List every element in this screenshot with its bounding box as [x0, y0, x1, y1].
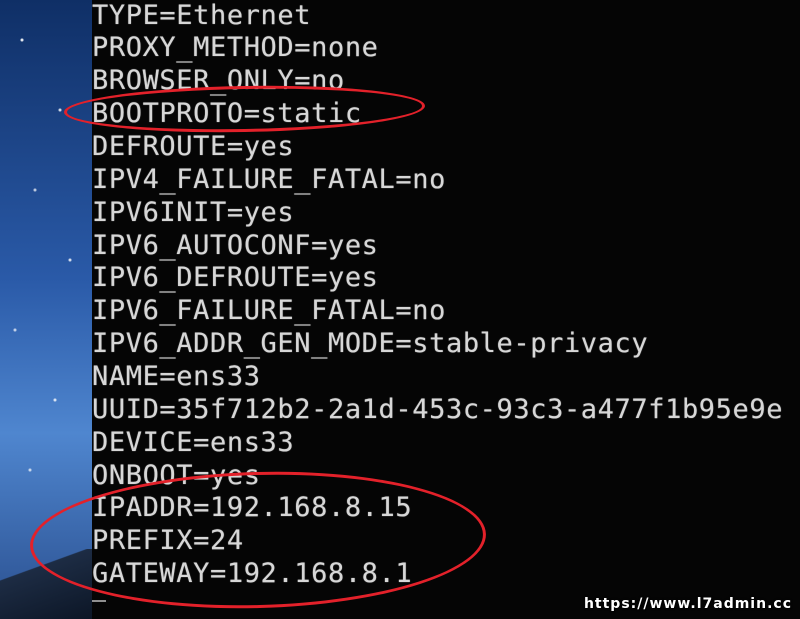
watermark-text: https://www.l7admin.cc	[583, 596, 792, 612]
config-line-onboot: ONBOOT=yes	[92, 460, 261, 491]
config-line-ipaddr: IPADDR=192.168.8.15	[92, 492, 413, 523]
config-line-gateway: GATEWAY=192.168.8.1	[92, 558, 413, 589]
config-line-ipv6-defroute: IPV6_DEFROUTE=yes	[92, 262, 379, 293]
config-line-ipv6-addr-gen-mode: IPV6_ADDR_GEN_MODE=stable-privacy	[92, 328, 649, 359]
config-line-type: TYPE=Ethernet	[92, 0, 312, 31]
config-line-browser-only: BROWSER_ONLY=no	[92, 65, 345, 96]
config-line-name: NAME=ens33	[92, 361, 261, 392]
config-line-ipv6init: IPV6INIT=yes	[92, 197, 295, 228]
config-line-defroute: DEFROUTE=yes	[92, 131, 295, 162]
config-line-ipv6-autoconf: IPV6_AUTOCONF=yes	[92, 230, 379, 261]
config-line-uuid: UUID=35f712b2-2a1d-453c-93c3-a477f1b95e9…	[92, 394, 784, 425]
config-line-device: DEVICE=ens33	[92, 427, 295, 458]
desktop-wallpaper-strip	[0, 0, 92, 619]
config-line-ipv6-failure-fatal: IPV6_FAILURE_FATAL=no	[92, 295, 446, 326]
config-line-proxy-method: PROXY_METHOD=none	[92, 32, 379, 63]
terminal-window[interactable]: TYPE=Ethernet PROXY_METHOD=none BROWSER_…	[92, 0, 800, 619]
screenshot: TYPE=Ethernet PROXY_METHOD=none BROWSER_…	[0, 0, 800, 619]
config-line-prefix: PREFIX=24	[92, 525, 244, 556]
config-line-bootproto: BOOTPROTO=static	[92, 98, 362, 129]
config-line-ipv4-failure-fatal: IPV4_FAILURE_FATAL=no	[92, 164, 446, 195]
terminal-cursor	[92, 592, 106, 602]
